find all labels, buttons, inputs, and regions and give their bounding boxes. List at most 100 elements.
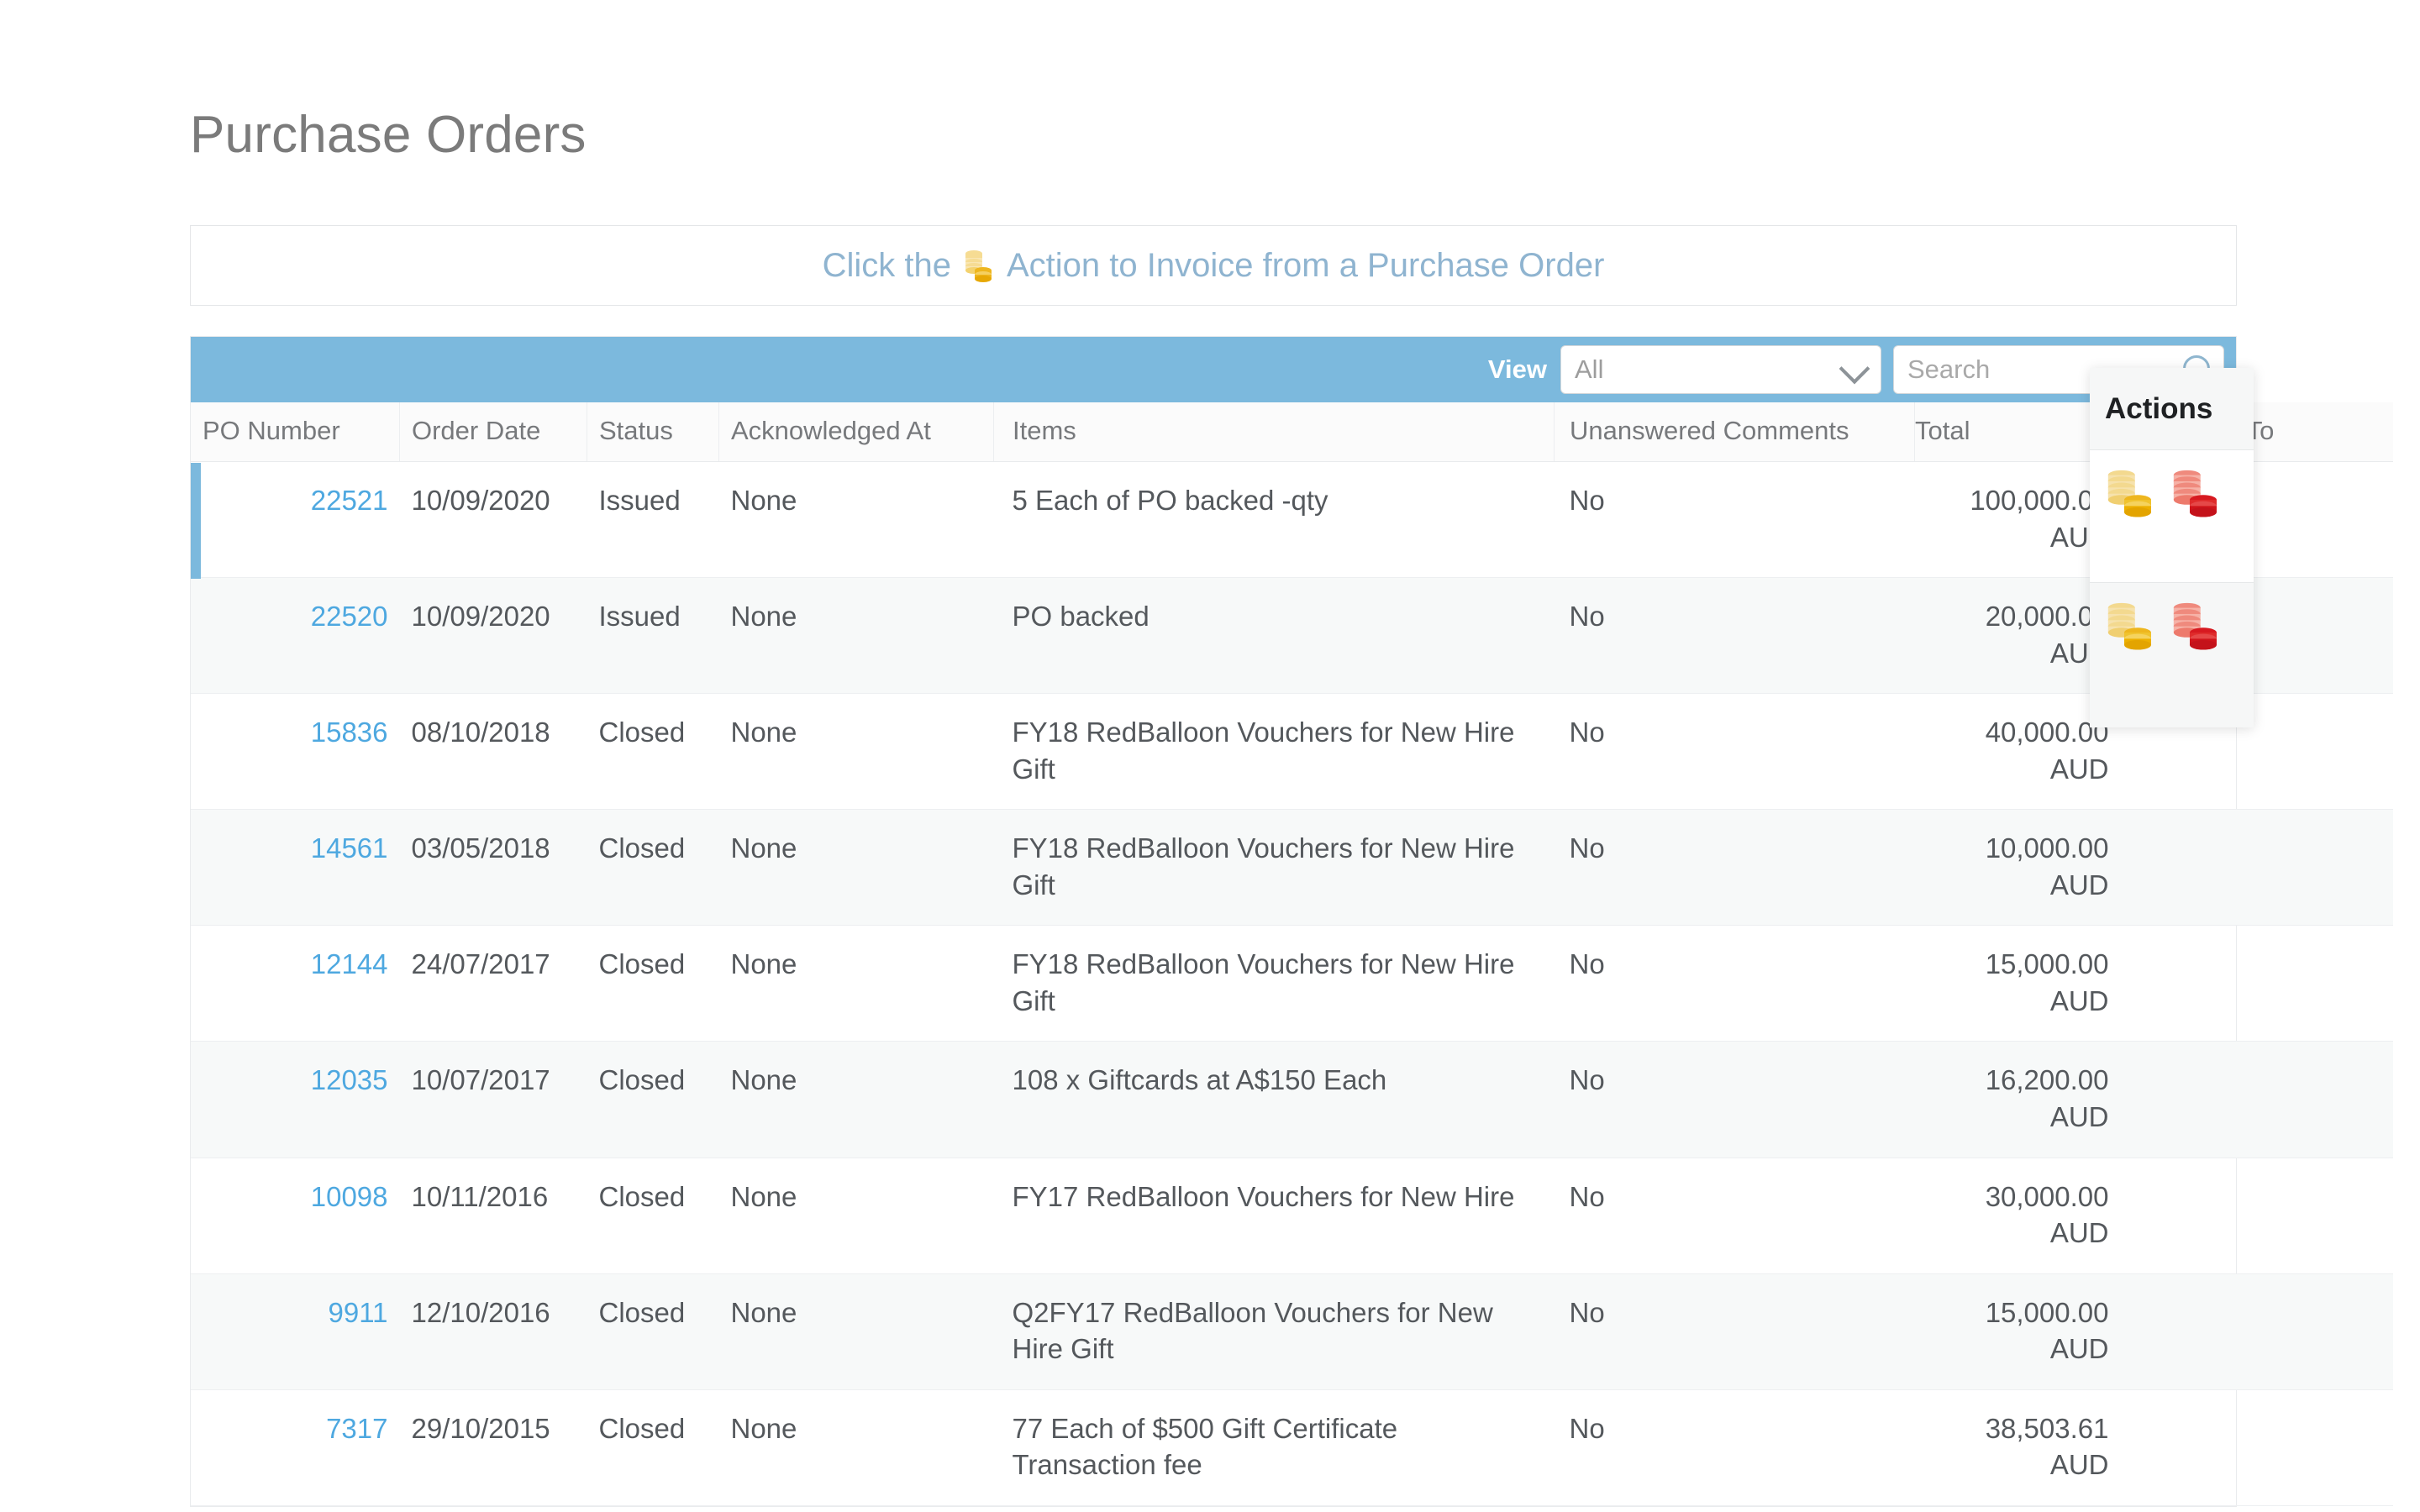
cell-order-date: 10/09/2020	[399, 577, 587, 695]
cell-acknowledged-at: None	[718, 1389, 994, 1506]
cell-order-date: 10/09/2020	[399, 461, 587, 579]
po-number-link[interactable]: 22520	[311, 601, 388, 632]
view-select-value: All	[1575, 354, 1604, 384]
cell-assigned-to	[2120, 1273, 2393, 1390]
cell-order-date: 03/05/2018	[399, 809, 587, 927]
cell-unanswered-comments: No	[1554, 1041, 1915, 1158]
column-header-order-date[interactable]: Order Date	[399, 402, 587, 462]
actions-popup: Actions	[2090, 368, 2254, 727]
cell-order-date: 08/10/2018	[399, 693, 587, 811]
coin-stack-gold-icon	[962, 247, 996, 284]
po-number-link[interactable]: 9911	[329, 1297, 388, 1328]
info-banner: Click the Action to Invoice from a Purch…	[190, 225, 2237, 306]
table-header-row: PO Number Order Date Status Acknowledged…	[191, 402, 2393, 462]
cell-po-number: 10098	[191, 1158, 400, 1274]
total-amount: 16,200.00	[1985, 1064, 2109, 1096]
total-amount: 15,000.00	[1985, 1296, 2109, 1328]
coin-stack-gold-icon[interactable]	[2103, 600, 2159, 658]
po-number-link[interactable]: 14561	[311, 832, 388, 864]
cell-acknowledged-at: None	[718, 461, 994, 579]
table-row[interactable]: 22520 10/09/2020 Issued None PO backed No 20,0…	[191, 577, 2393, 695]
cell-total: 15,000.00 AUD	[1914, 925, 2121, 1042]
actions-popup-title: Actions	[2105, 391, 2213, 425]
total-amount: 20,000.00	[1985, 601, 2109, 633]
cell-status: Closed	[587, 1041, 719, 1158]
cell-unanswered-comments: No	[1554, 577, 1915, 695]
table-body: 22521 10/09/2020 Issued None 5 Each of PO ba…	[191, 461, 2393, 1506]
cell-po-number: 7317	[191, 1389, 400, 1506]
cell-total: 38,503.61 AUD	[1914, 1389, 2121, 1506]
po-number-link[interactable]: 12144	[311, 948, 388, 979]
chevron-down-icon	[1839, 353, 1870, 385]
cell-status: Closed	[587, 925, 719, 1042]
total-amount: 40,000.00	[1985, 717, 2109, 748]
cell-po-number: 22521	[191, 461, 400, 579]
cell-unanswered-comments: No	[1554, 461, 1915, 579]
table-row[interactable]: 9911 12/10/2016 Closed None Q2FY17 RedBalloo…	[191, 1273, 2393, 1390]
search-input-placeholder: Search	[1907, 354, 1991, 384]
cell-po-number: 22520	[191, 577, 400, 695]
total-currency: AUD	[2049, 1101, 2109, 1133]
info-banner-text-after: Action to Invoice from a Purchase Order	[1006, 246, 1605, 284]
view-label: View	[1487, 354, 1547, 384]
actions-row	[2090, 450, 2254, 583]
po-number-link[interactable]: 22521	[311, 485, 388, 516]
total-currency: AUD	[2049, 637, 2109, 669]
cell-po-number: 14561	[191, 809, 400, 927]
cell-total: 10,000.00 AUD	[1914, 809, 2121, 927]
cell-total: 15,000.00 AUD	[1914, 1273, 2121, 1390]
cell-assigned-to	[2120, 925, 2393, 1042]
cell-assigned-to	[2120, 1389, 2393, 1506]
cell-total: 30,000.00 AUD	[1914, 1158, 2121, 1274]
selected-row-indicator	[191, 462, 201, 579]
po-number-link[interactable]: 12035	[311, 1064, 388, 1095]
app-page: Purchase Orders Click the Action to Invo…	[0, 0, 2420, 1512]
cell-items: 5 Each of PO backed -qty	[993, 461, 1555, 579]
column-header-items[interactable]: Items	[993, 402, 1555, 462]
column-header-acknowledged-at[interactable]: Acknowledged At	[718, 402, 994, 462]
table-row[interactable]: 7317 29/10/2015 Closed None 77 Each of $500 …	[191, 1389, 2393, 1506]
cell-items: FY18 RedBalloon Vouchers for New Hire Gi…	[993, 809, 1555, 927]
cell-po-number: 12144	[191, 925, 400, 1042]
total-currency: AUD	[2049, 1449, 2109, 1481]
total-amount: 38,503.61	[1985, 1412, 2109, 1444]
table-toolbar: View All Search	[191, 337, 2236, 402]
cell-status: Closed	[587, 1158, 719, 1274]
column-header-unanswered-comments[interactable]: Unanswered Comments	[1554, 402, 1915, 462]
cell-items: PO backed	[993, 577, 1555, 695]
po-number-link[interactable]: 7317	[326, 1413, 387, 1444]
cell-unanswered-comments: No	[1554, 809, 1915, 927]
coin-stack-red-icon[interactable]	[2169, 600, 2224, 658]
view-select[interactable]: All	[1560, 345, 1881, 394]
cell-total: 16,200.00 AUD	[1914, 1041, 2121, 1158]
page-title: Purchase Orders	[190, 106, 587, 164]
table-row[interactable]: 12035 10/07/2017 Closed None 108 x Giftcards…	[191, 1041, 2393, 1158]
table-row[interactable]: 15836 08/10/2018 Closed None FY18 RedBalloon…	[191, 693, 2393, 811]
total-currency: AUD	[2049, 984, 2109, 1016]
po-number-link[interactable]: 10098	[311, 1181, 388, 1212]
cell-status: Closed	[587, 1273, 719, 1390]
column-header-status[interactable]: Status	[587, 402, 719, 462]
column-header-po-number[interactable]: PO Number	[191, 402, 400, 462]
po-number-link[interactable]: 15836	[311, 717, 388, 748]
cell-order-date: 29/10/2015	[399, 1389, 587, 1506]
table-row[interactable]: 10098 10/11/2016 Closed None FY17 RedBalloon…	[191, 1158, 2393, 1274]
coin-stack-red-icon[interactable]	[2169, 467, 2224, 525]
table-row[interactable]: 22521 10/09/2020 Issued None 5 Each of PO ba…	[191, 461, 2393, 579]
total-amount: 100,000.00	[1970, 485, 2109, 516]
cell-status: Issued	[587, 461, 719, 579]
cell-status: Closed	[587, 1389, 719, 1506]
table-row[interactable]: 12144 24/07/2017 Closed None FY18 RedBalloon…	[191, 925, 2393, 1042]
cell-acknowledged-at: None	[718, 1273, 994, 1390]
table-row[interactable]: 14561 03/05/2018 Closed None FY18 RedBalloon…	[191, 809, 2393, 927]
cell-po-number: 15836	[191, 693, 400, 811]
cell-unanswered-comments: No	[1554, 1158, 1915, 1274]
cell-assigned-to	[2120, 809, 2393, 927]
total-currency: AUD	[2049, 521, 2109, 553]
cell-status: Closed	[587, 693, 719, 811]
cell-items: FY18 RedBalloon Vouchers for New Hire Gi…	[993, 693, 1555, 811]
cell-status: Issued	[587, 577, 719, 695]
cell-acknowledged-at: None	[718, 925, 994, 1042]
cell-acknowledged-at: None	[718, 1041, 994, 1158]
coin-stack-gold-icon[interactable]	[2103, 467, 2159, 525]
